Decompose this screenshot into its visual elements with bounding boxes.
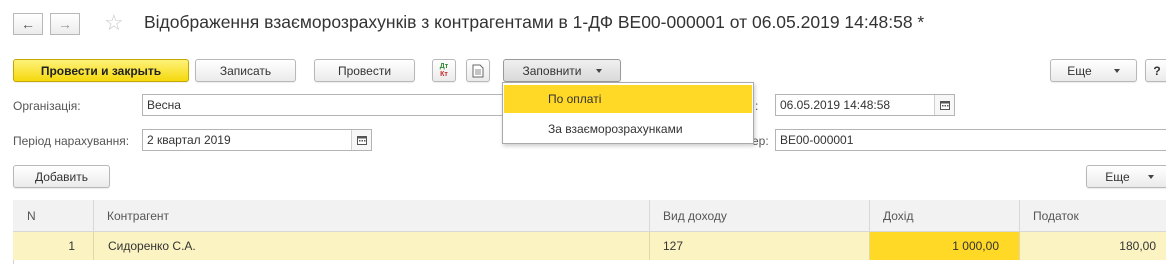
number-field[interactable]: BE00-000001 (775, 129, 1166, 151)
date-calendar-button[interactable] (934, 95, 954, 115)
chevron-down-icon (595, 68, 602, 73)
dt-kt-icon: Дт Кт (440, 63, 448, 79)
more-label: Еще (1067, 63, 1092, 78)
back-button[interactable]: ← (13, 13, 43, 35)
help-button[interactable]: ? (1145, 59, 1166, 82)
table-more-label: Еще (1105, 169, 1130, 184)
chevron-down-icon (1113, 68, 1120, 73)
cell-income-type[interactable]: 127 (650, 232, 870, 260)
cell-n[interactable]: 1 (13, 232, 94, 260)
help-icon: ? (1153, 63, 1161, 78)
column-header-n[interactable]: N (13, 200, 94, 232)
column-header-income[interactable]: Дохід (870, 200, 1020, 232)
more-button[interactable]: Еще (1050, 59, 1137, 82)
calendar-icon (939, 101, 950, 110)
fill-dropdown-button[interactable]: Заповнити (503, 59, 621, 82)
column-header-counterparty[interactable]: Контрагент (94, 200, 650, 232)
counterparty-table: N Контрагент Вид доходу Дохід Податок 1 … (13, 200, 1166, 264)
period-calendar-button[interactable] (351, 130, 371, 150)
dt-label: Дт (439, 62, 449, 70)
date-field[interactable]: 06.05.2019 14:48:58 (775, 94, 955, 116)
kt-label: Кт (440, 70, 448, 78)
number-label: ер: (752, 134, 769, 148)
calendar-icon (356, 136, 367, 145)
fill-label: Заповнити (522, 63, 582, 78)
column-header-tax[interactable]: Податок (1020, 200, 1166, 232)
page-title: Відображення взаєморозрахунків з контраг… (144, 12, 925, 32)
menu-item-by-settlements[interactable]: За взаєморозрахунками (504, 115, 752, 143)
menu-item-by-payment[interactable]: По оплаті (504, 85, 752, 113)
organization-label: Організація: (13, 99, 81, 113)
arrow-left-icon: ← (21, 16, 35, 32)
column-header-income-type[interactable]: Вид доходу (650, 200, 870, 232)
arrow-right-icon: → (58, 16, 72, 32)
chevron-down-icon (1147, 174, 1154, 179)
fill-dropdown-menu: По оплаті За взаєморозрахунками (502, 82, 754, 144)
date-label: : (755, 99, 759, 113)
forward-button[interactable]: → (50, 13, 80, 35)
period-label: Період нарахування: (13, 134, 130, 148)
cell-counterparty[interactable]: Сидоренко С.А. (94, 232, 650, 260)
period-field[interactable]: 2 квартал 2019 (142, 129, 372, 151)
favorite-star-icon[interactable]: ☆ (104, 10, 124, 36)
cell-tax[interactable]: 180,00 (1020, 232, 1166, 260)
dt-kt-button[interactable]: Дт Кт (432, 59, 456, 82)
report-button[interactable] (466, 59, 490, 82)
add-row-button[interactable]: Добавить (13, 165, 110, 188)
table-more-button[interactable]: Еще (1086, 165, 1166, 188)
document-icon (472, 64, 484, 77)
organization-field[interactable]: Весна (142, 94, 504, 116)
post-button[interactable]: Провести (314, 59, 415, 82)
post-and-close-button[interactable]: Провести и закрыть (13, 59, 189, 82)
write-button[interactable]: Записать (195, 59, 296, 82)
cell-income[interactable]: 1 000,00 (870, 232, 1020, 260)
